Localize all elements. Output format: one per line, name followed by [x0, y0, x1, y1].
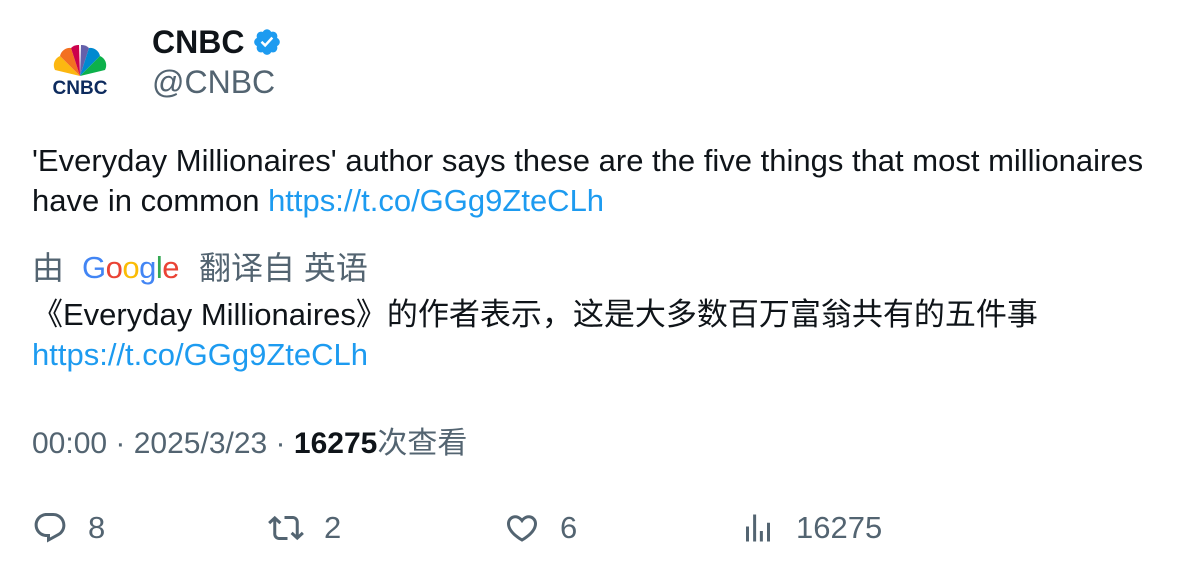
google-logo: Google — [82, 250, 180, 285]
reply-count: 8 — [88, 510, 106, 545]
translation-attribution: 由 Google 翻译自 英语 — [32, 246, 368, 290]
like-count: 6 — [560, 510, 578, 545]
analytics-icon — [746, 514, 770, 542]
cnbc-peacock-logo: CNBC — [53, 44, 108, 99]
tweet-link[interactable]: https://t.co/GGg9ZteCLh — [268, 183, 604, 218]
author-handle[interactable]: @CNBC — [152, 62, 275, 102]
avatar[interactable]: CNBC — [40, 36, 120, 100]
retweet-button[interactable]: 2 — [268, 510, 341, 546]
heart-icon — [506, 515, 538, 542]
logo-text: CNBC — [53, 78, 108, 99]
tweet-time[interactable]: 00:00 — [32, 427, 107, 460]
tweet-date[interactable]: 2025/3/23 — [134, 427, 267, 460]
retweet-count: 2 — [324, 510, 342, 545]
views-label: 次查看 — [377, 427, 468, 460]
reply-button[interactable]: 8 — [32, 510, 105, 546]
meta-separator: · — [107, 427, 134, 460]
author-name-row[interactable]: CNBC — [152, 22, 282, 62]
translation-prefix: 由 — [32, 250, 65, 286]
retweet-icon — [268, 515, 304, 541]
verified-badge-icon — [254, 29, 281, 55]
tweet-text: 'Everyday Millionaires' author says thes… — [32, 141, 1152, 221]
tweet-meta: 00:00 · 2025/3/23 · 16275次查看 — [32, 424, 467, 464]
reply-icon — [34, 513, 66, 543]
translated-link[interactable]: https://t.co/GGg9ZteCLh — [32, 335, 1172, 375]
translated-body: 《Everyday Millionaires》的作者表示，这是大多数百万富翁共有… — [32, 297, 1038, 332]
meta-separator: · — [267, 427, 294, 460]
translated-text: 《Everyday Millionaires》的作者表示，这是大多数百万富翁共有… — [32, 295, 1172, 375]
action-bar: 8 2 6 16275 — [0, 510, 1196, 554]
views-action-count: 16275 — [796, 510, 883, 545]
views-count: 16275 — [293, 427, 378, 460]
translation-suffix: 翻译自 英语 — [199, 250, 368, 286]
views-button[interactable]: 16275 — [740, 510, 882, 546]
display-name[interactable]: CNBC — [152, 22, 244, 62]
like-button[interactable]: 6 — [504, 510, 577, 546]
